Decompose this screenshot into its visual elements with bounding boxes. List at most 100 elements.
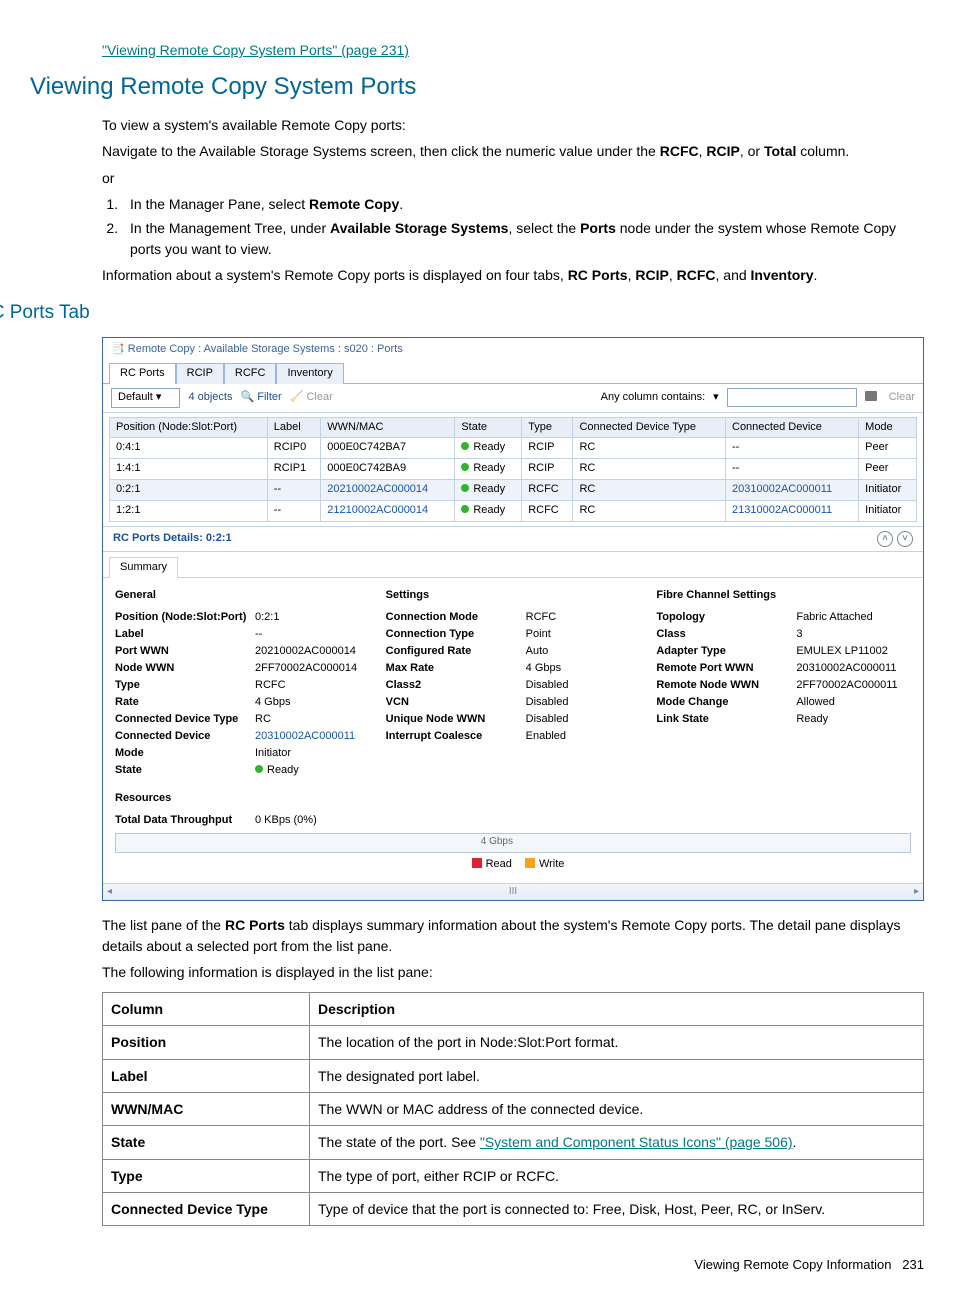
kv-value: Enabled [526,729,641,745]
grid-header[interactable]: Label [267,417,320,438]
kv-key: VCN [386,695,526,711]
kv-value: Initiator [255,746,370,762]
grid-cell: Initiator [859,501,917,522]
grid-cell: 000E0C742BA9 [321,459,455,480]
kv-key: Position (Node:Slot:Port) [115,610,255,626]
clear-link[interactable]: 🧹 Clear [290,390,333,406]
grid-header[interactable]: WWN/MAC [321,417,455,438]
throughput-value: 0 KBps (0%) [255,813,911,829]
grid-cell: RC [573,438,726,459]
intro-p1: To view a system's available Remote Copy… [102,115,924,135]
object-count: 4 objects [188,390,232,406]
doc-col-name: Label [103,1059,310,1092]
scrollbar[interactable]: ◂III▸ [103,883,923,900]
kv-row: Interrupt CoalesceEnabled [386,729,641,745]
details-titlebar: RC Ports Details: 0:2:1 ˄˅ [103,526,923,552]
kv-value: 4 Gbps [255,695,370,711]
grid-header[interactable]: Position (Node:Slot:Port) [110,417,268,438]
grid-cell: 1:4:1 [110,459,268,480]
grid-header[interactable]: Connected Device Type [573,417,726,438]
chevron-up-icon[interactable]: ˄ [877,531,893,547]
grid-row[interactable]: 0:4:1RCIP0000E0C742BA7ReadyRCIPRC--Peer [110,438,917,459]
kv-key: Remote Port WWN [656,661,796,677]
kv-value: -- [255,627,370,643]
grid-cell: 21210002AC000014 [321,501,455,522]
bar-mid-label: 4 Gbps [481,835,513,850]
throughput-bar: 4 Gbps [115,833,911,853]
filter-link[interactable]: 🔍 Filter [240,390,281,406]
steps-list: In the Manager Pane, select Remote Copy.… [102,194,924,259]
print-button[interactable] [865,390,881,406]
grid-row[interactable]: 0:2:1--20210002AC000014ReadyRCFCRC203100… [110,480,917,501]
or-text: or [102,168,924,188]
kv-value: Point [526,627,641,643]
settings-col: Settings Connection ModeRCFCConnection T… [386,588,641,779]
kv-value: Fabric Attached [796,610,911,626]
kv-row: VCNDisabled [386,695,641,711]
kv-row: Remote Node WWN2FF70002AC000011 [656,678,911,694]
kv-key: Interrupt Coalesce [386,729,526,745]
kv-row: Mode ChangeAllowed [656,695,911,711]
detail-subtabs: Summary [103,556,923,578]
tab-rcip[interactable]: RCIP [176,363,224,384]
grid-cell: Initiator [859,480,917,501]
clear-button[interactable]: Clear [889,390,915,406]
view-select[interactable]: Default ▾ [111,388,180,408]
kv-value: 20210002AC000014 [255,644,370,660]
heading-2: RC Ports Tab [0,299,924,327]
xref-link[interactable]: "System and Component Status Icons" (pag… [480,1134,793,1150]
grid-cell: 1:2:1 [110,501,268,522]
kv-value: 3 [796,627,911,643]
grid-header[interactable]: State [455,417,522,438]
kv-value: 2FF70002AC000011 [796,678,911,694]
grid-cell: RCIP [522,438,573,459]
doc-col-desc: Type of device that the port is connecte… [310,1192,924,1225]
kv-row: StateReady [115,763,370,779]
kv-row: Connection TypePoint [386,627,641,643]
grid-header[interactable]: Type [522,417,573,438]
main-tabs: RC Ports RCIP RCFC Inventory [103,362,923,384]
window-title: 📑 Remote Copy : Available Storage System… [103,338,923,360]
doc-row: Connected Device TypeType of device that… [103,1192,924,1225]
resources-section: Resources Total Data Throughput0 KBps (0… [103,791,923,883]
tab-rc-ports[interactable]: RC Ports [109,363,176,384]
contains-input[interactable] [727,388,857,407]
kv-row: Position (Node:Slot:Port)0:2:1 [115,610,370,626]
doc-col-desc: The WWN or MAC address of the connected … [310,1093,924,1126]
grid-header[interactable]: Connected Device [726,417,859,438]
grid-row[interactable]: 1:4:1RCIP1000E0C742BA9ReadyRCIPRC--Peer [110,459,917,480]
grid-cell: 20310002AC000011 [726,480,859,501]
subtab-summary[interactable]: Summary [109,557,178,578]
doc-col-name: WWN/MAC [103,1093,310,1126]
grid-row[interactable]: 1:2:1--21210002AC000014ReadyRCFCRC213100… [110,501,917,522]
kv-value: Disabled [526,695,641,711]
kv-key: Connected Device Type [115,712,255,728]
doc-th-column: Column [103,993,310,1026]
grid-cell: RCIP [522,459,573,480]
kv-value: Disabled [526,678,641,694]
grid-cell: -- [267,480,320,501]
kv-row: Configured RateAuto [386,644,641,660]
tab-inventory[interactable]: Inventory [276,363,343,384]
kv-value: 20310002AC000011 [255,729,370,745]
collapse-icons[interactable]: ˄˅ [873,531,913,547]
chevron-down-icon[interactable]: ˅ [897,531,913,547]
grid-cell: 000E0C742BA7 [321,438,455,459]
kv-value: Auto [526,644,641,660]
kv-key: Topology [656,610,796,626]
doc-col-name: Connected Device Type [103,1192,310,1225]
doc-col-desc: The type of port, either RCIP or RCFC. [310,1159,924,1192]
contains-dropdown-icon[interactable]: ▾ [713,390,719,406]
kv-row: Label-- [115,627,370,643]
kv-value: EMULEX LP11002 [796,644,911,660]
grid-header[interactable]: Mode [859,417,917,438]
grid-cell: Ready [455,501,522,522]
doc-row: StateThe state of the port. See "System … [103,1126,924,1159]
tab-rcfc[interactable]: RCFC [224,363,277,384]
xref-link[interactable]: "Viewing Remote Copy System Ports" (page… [102,42,409,58]
kv-value: RC [255,712,370,728]
screenshot-panel: 📑 Remote Copy : Available Storage System… [102,337,924,902]
kv-row: Class3 [656,627,911,643]
kv-value: Disabled [526,712,641,728]
kv-key: Rate [115,695,255,711]
